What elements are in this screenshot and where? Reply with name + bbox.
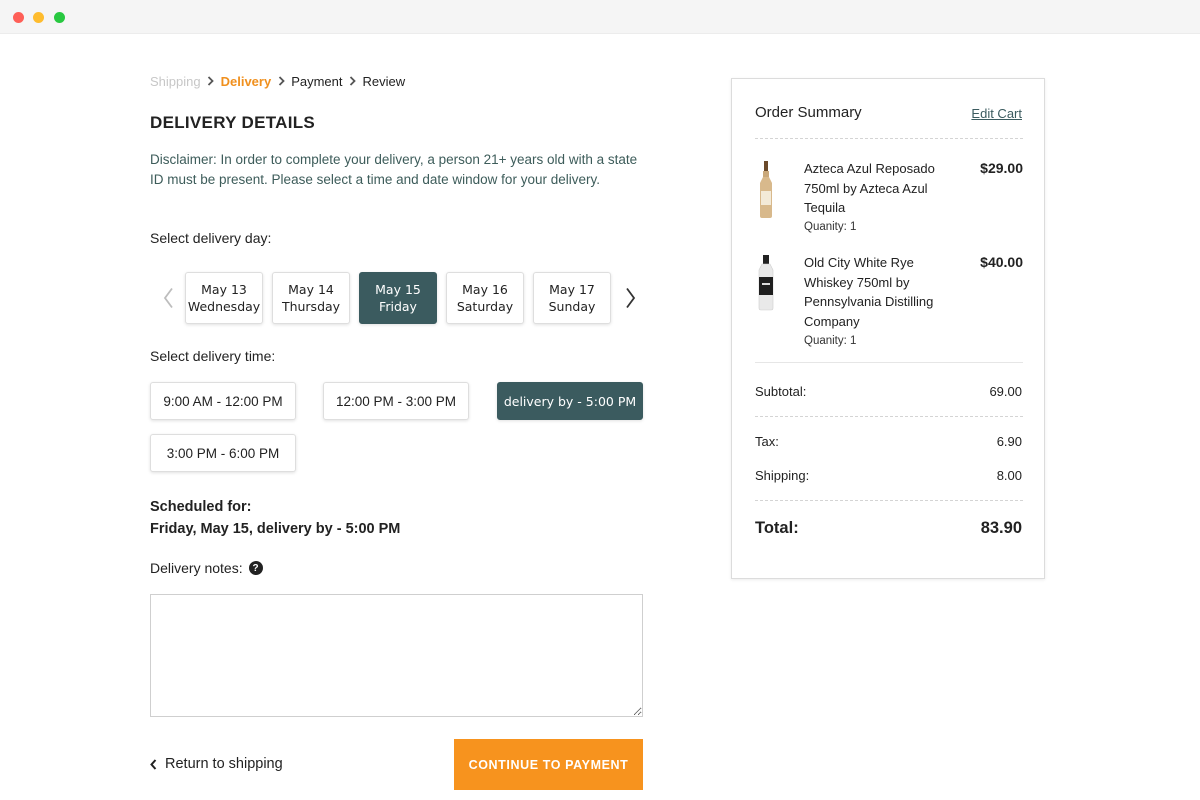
scheduled-value: Friday, May 15, delivery by - 5:00 PM: [150, 521, 401, 537]
cart-item-name: Azteca Azul Reposado 750ml by Azteca Azu…: [804, 161, 935, 215]
day-weekday: Thursday: [281, 299, 341, 314]
question-circle-icon[interactable]: ?: [248, 561, 263, 575]
day-option-may-15[interactable]: May 15 Friday: [359, 272, 437, 324]
order-summary-title: Order Summary: [755, 104, 862, 121]
chevron-left-icon: [163, 287, 173, 309]
chevron-right-icon: [271, 76, 291, 86]
chevron-right-icon: [343, 76, 363, 86]
delivery-notes-label: Delivery notes: ?: [150, 560, 263, 576]
edit-cart-link[interactable]: Edit Cart: [971, 106, 1022, 121]
total-value: 83.90: [980, 519, 1022, 537]
select-time-label: Select delivery time:: [150, 348, 276, 364]
window-titlebar: [0, 0, 1200, 34]
time-option-12pm-3pm[interactable]: 12:00 PM - 3:00 PM: [323, 382, 469, 420]
day-weekday: Wednesday: [187, 299, 261, 314]
day-weekday: Friday: [379, 299, 417, 314]
cart-item-price: $29.00: [980, 160, 1023, 176]
subtotal-label: Subtotal:: [755, 384, 807, 399]
window-maximize-button[interactable]: [54, 12, 65, 23]
tax-value: 6.90: [996, 434, 1022, 449]
total-label: Total:: [755, 519, 799, 537]
scheduled-summary: Scheduled for: Friday, May 15, delivery …: [150, 496, 400, 540]
day-weekday: Sunday: [548, 299, 596, 314]
breadcrumb-step-shipping[interactable]: Shipping: [150, 74, 201, 89]
return-to-shipping-link[interactable]: Return to shipping: [150, 756, 283, 772]
day-date: May 15: [375, 282, 421, 297]
day-date: May 14: [288, 282, 334, 297]
window-close-button[interactable]: [13, 12, 24, 23]
select-day-label: Select delivery day:: [150, 230, 272, 246]
day-option-may-17[interactable]: May 17 Sunday: [533, 272, 611, 324]
divider: [755, 362, 1023, 363]
day-date: May 16: [462, 282, 508, 297]
time-option-3pm-6pm[interactable]: 3:00 PM - 6:00 PM: [150, 434, 296, 472]
cart-item: Azteca Azul Reposado 750ml by Azteca Azu…: [755, 159, 1023, 239]
delivery-notes-input[interactable]: [150, 594, 643, 717]
page-title: DELIVERY DETAILS: [150, 113, 316, 132]
breadcrumb: Shipping Delivery Payment Review: [150, 72, 405, 90]
divider: [755, 138, 1023, 139]
order-summary-panel: Order Summary Edit Cart Azteca Azul Repo…: [731, 78, 1045, 579]
day-option-may-14[interactable]: May 14 Thursday: [272, 272, 350, 324]
cart-item-quantity: Quanity: 1: [804, 221, 857, 233]
day-date: May 17: [549, 282, 595, 297]
continue-to-payment-button[interactable]: CONTINUE TO PAYMENT: [454, 739, 643, 790]
divider: [755, 500, 1023, 501]
day-selector: May 13 Wednesday May 14 Thursday May 15 …: [158, 272, 642, 324]
delivery-disclaimer: Disclaimer: In order to complete your de…: [150, 152, 638, 187]
delivery-notes-label-text: Delivery notes:: [150, 560, 243, 576]
chevron-right-icon: [201, 76, 221, 86]
breadcrumb-step-payment: Payment: [291, 73, 343, 89]
next-days-button[interactable]: [620, 284, 640, 312]
previous-days-button[interactable]: [158, 284, 178, 312]
time-option-by-5pm[interactable]: delivery by - 5:00 PM: [497, 382, 643, 420]
cart-item-name: Old City White Rye Whiskey 750ml by Penn…: [804, 255, 934, 329]
day-option-may-16[interactable]: May 16 Saturday: [446, 272, 524, 324]
chevron-right-icon: [625, 287, 635, 309]
day-weekday: Saturday: [456, 299, 514, 314]
chevron-left-icon: [150, 758, 157, 770]
cart-item-price: $40.00: [980, 254, 1023, 270]
delivery-form: Shipping Delivery Payment Review DELIVER…: [150, 34, 644, 800]
shipping-value: 8.00: [996, 468, 1022, 483]
return-to-shipping-text: Return to shipping: [165, 756, 283, 772]
breadcrumb-step-review: Review: [362, 73, 406, 89]
cart-item-quantity: Quanity: 1: [804, 335, 857, 347]
whiskey-bottle-icon: [758, 255, 774, 311]
breadcrumb-step-delivery[interactable]: Delivery: [221, 74, 272, 89]
time-option-9am-12pm[interactable]: 9:00 AM - 12:00 PM: [150, 382, 296, 420]
shipping-label: Shipping:: [755, 468, 810, 483]
window-minimize-button[interactable]: [33, 12, 44, 23]
tequila-bottle-icon: [760, 161, 772, 218]
day-option-may-13[interactable]: May 13 Wednesday: [185, 272, 263, 324]
scheduled-label: Scheduled for:: [150, 499, 252, 515]
cart-item: Old City White Rye Whiskey 750ml by Penn…: [755, 253, 1023, 348]
tax-label: Tax:: [755, 434, 779, 449]
divider: [755, 416, 1023, 417]
subtotal-value: 69.00: [989, 384, 1022, 399]
day-date: May 13: [201, 282, 247, 297]
